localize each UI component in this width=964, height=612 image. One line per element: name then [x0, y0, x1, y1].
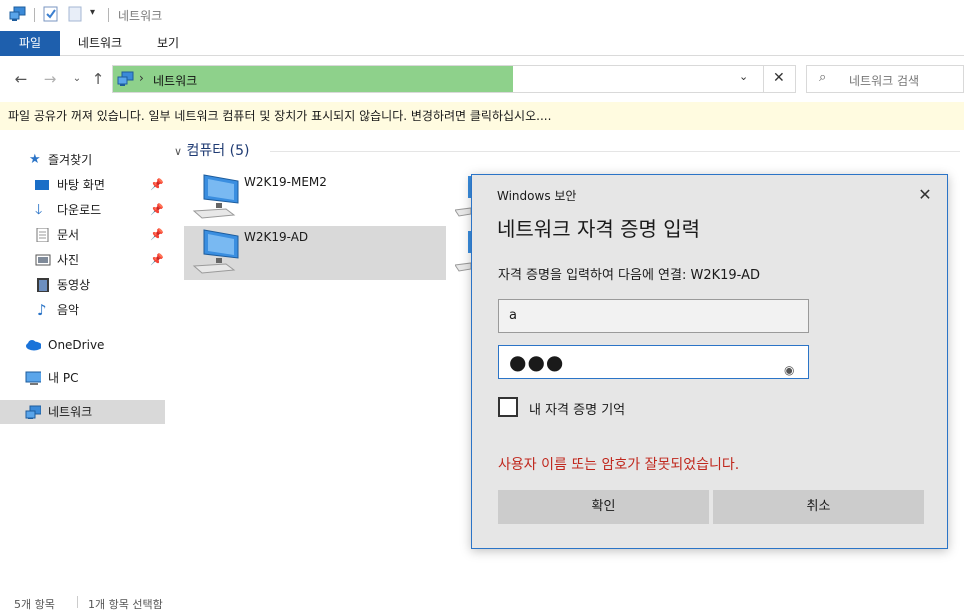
network-icon	[117, 71, 134, 86]
computer-item[interactable]: W2K19-AD	[184, 226, 446, 280]
address-row: ← → ⌄ ↑ › 네트워크 ⌄ ✕ ⌕ 네트워크 검색	[0, 62, 964, 96]
address-bar[interactable]: › 네트워크 ⌄ ✕	[112, 65, 796, 93]
document-icon	[36, 228, 49, 242]
pin-icon: 📌	[150, 253, 164, 266]
nav-item-music[interactable]: ♪ 음악	[0, 298, 165, 322]
computer-name: W2K19-MEM2	[244, 175, 327, 189]
recent-locations-button[interactable]: ⌄	[67, 69, 87, 89]
stop-icon[interactable]: ✕	[773, 70, 785, 86]
breadcrumb[interactable]: 네트워크	[153, 72, 197, 89]
desktop-icon	[35, 180, 49, 190]
new-folder-icon[interactable]	[68, 6, 82, 22]
back-button[interactable]: ←	[11, 69, 31, 89]
computer-item[interactable]: W2K19-MEM2	[184, 171, 446, 225]
navigation-pane: ★ 즐겨찾기 바탕 화면 📌 🡓 다운로드 📌 문서 📌 사진 📌 동영상 ♪ …	[0, 140, 166, 590]
search-input[interactable]: 네트워크 검색	[849, 72, 919, 89]
pin-icon: 📌	[150, 203, 164, 216]
dialog-heading: 네트워크 자격 증명 입력	[497, 217, 701, 241]
pin-icon: 📌	[150, 178, 164, 191]
group-header-computers[interactable]: ∨ 컴퓨터 (5)	[174, 140, 249, 160]
ok-button[interactable]: 확인	[498, 490, 709, 524]
pin-icon: 📌	[150, 228, 164, 241]
dialog-prompt: 자격 증명을 입력하여 다음에 연결: W2K19-AD	[498, 268, 760, 283]
file-sharing-infobar[interactable]: 파일 공유가 꺼져 있습니다. 일부 네트워크 컴퓨터 및 장치가 표시되지 않…	[0, 102, 964, 130]
tab-network[interactable]: 네트워크	[62, 31, 138, 56]
tab-file[interactable]: 파일	[0, 31, 60, 56]
pictures-icon	[35, 254, 51, 266]
tab-view[interactable]: 보기	[145, 31, 191, 56]
breadcrumb-separator-icon: ›	[139, 71, 144, 85]
search-icon: ⌕	[819, 70, 827, 85]
star-icon: ★	[29, 152, 41, 167]
nav-item-videos[interactable]: 동영상	[0, 273, 165, 297]
address-dropdown-icon[interactable]: ⌄	[739, 70, 748, 83]
quick-access-toolbar: ▾ 네트워크	[0, 0, 964, 30]
computer-icon	[192, 174, 239, 219]
credential-dialog: Windows 보안 ✕ 네트워크 자격 증명 입력 자격 증명을 입력하여 다…	[471, 174, 948, 549]
nav-item-pictures[interactable]: 사진 📌	[0, 248, 165, 272]
nav-item-downloads[interactable]: 🡓 다운로드 📌	[0, 198, 165, 222]
nav-item-onedrive[interactable]: OneDrive	[0, 333, 165, 357]
computer-name: W2K19-AD	[244, 230, 309, 244]
cloud-icon	[26, 340, 41, 351]
forward-button[interactable]: →	[40, 69, 60, 89]
network-icon	[9, 6, 26, 21]
up-button[interactable]: ↑	[88, 69, 108, 89]
customize-toolbar-icon[interactable]: ▾	[90, 7, 95, 18]
close-button[interactable]: ✕	[913, 183, 937, 207]
username-field[interactable]: a	[498, 299, 809, 333]
nav-item-thispc[interactable]: 내 PC	[0, 366, 165, 390]
group-divider	[270, 151, 960, 152]
nav-item-documents[interactable]: 문서 📌	[0, 223, 165, 247]
cancel-button[interactable]: 취소	[713, 490, 924, 524]
ribbon-tabs: 파일 네트워크 보기	[0, 31, 964, 56]
dialog-window-title: Windows 보안	[497, 189, 577, 203]
error-message: 사용자 이름 또는 암호가 잘못되었습니다.	[498, 457, 740, 473]
chevron-down-icon: ∨	[174, 145, 183, 158]
window-title: 네트워크	[118, 9, 163, 23]
music-icon: ♪	[37, 301, 47, 319]
nav-item-desktop[interactable]: 바탕 화면 📌	[0, 173, 165, 197]
download-icon: 🡓	[35, 202, 43, 218]
computer-icon	[192, 229, 239, 274]
password-mask: ●●●	[509, 350, 565, 374]
password-field[interactable]: ●●● ◉	[498, 345, 809, 379]
nav-quick-access[interactable]: ★ 즐겨찾기	[0, 148, 165, 172]
remember-credentials-checkbox[interactable]	[498, 397, 518, 417]
video-icon	[37, 278, 49, 292]
properties-icon[interactable]	[43, 6, 59, 22]
reveal-password-icon[interactable]: ◉	[784, 354, 794, 386]
remember-credentials-label[interactable]: 내 자격 증명 기억	[529, 399, 625, 418]
search-box[interactable]: ⌕ 네트워크 검색	[806, 65, 964, 93]
pc-icon	[25, 371, 41, 385]
status-bar: 5개 항목 1개 항목 선택함	[0, 596, 400, 611]
network-icon	[25, 405, 41, 419]
nav-item-network[interactable]: 네트워크	[0, 400, 165, 424]
